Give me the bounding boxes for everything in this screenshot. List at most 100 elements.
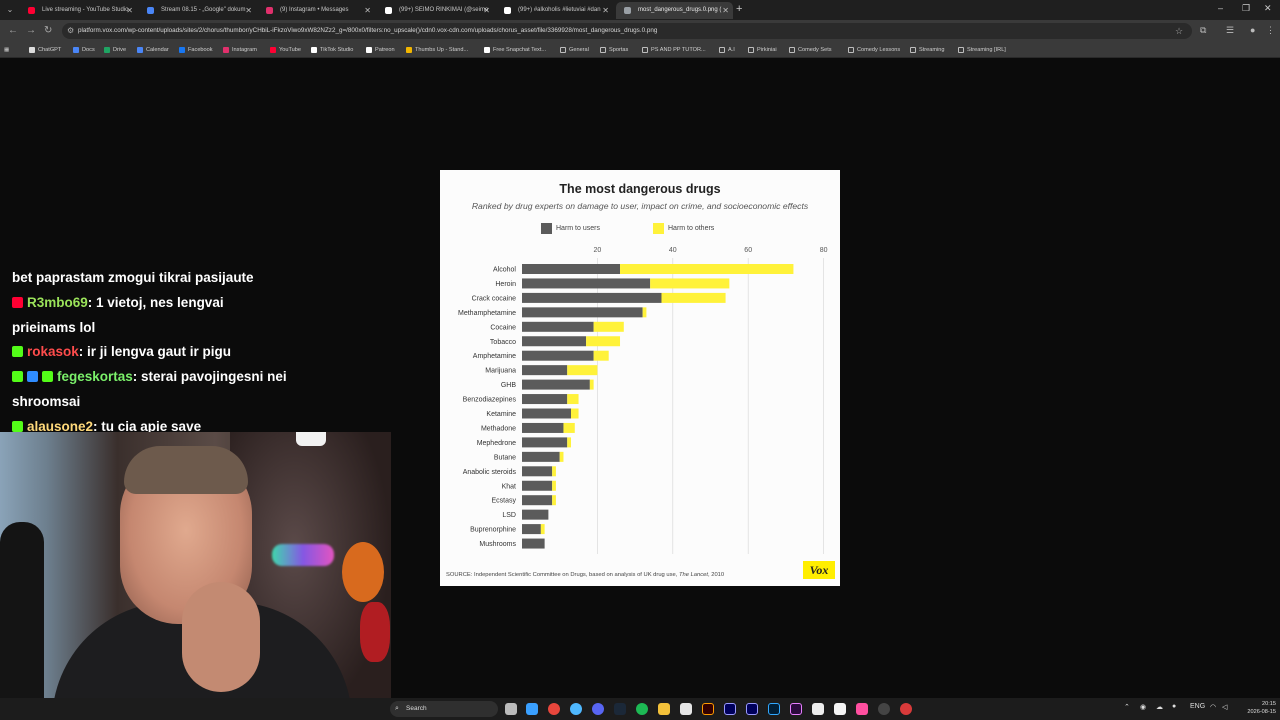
close-window-icon[interactable]: ✕ <box>1264 3 1272 14</box>
bar-harm-to-users <box>522 394 568 405</box>
tab[interactable]: (9) Instagram • Messages ✕ <box>258 2 375 19</box>
bookmark-item[interactable]: Instagram <box>223 42 257 58</box>
bookmark-folder[interactable]: Streaming [IRL] <box>958 42 1006 58</box>
chrome-alt-icon[interactable] <box>570 703 582 715</box>
tab[interactable]: (99+) SEIMO RINKIMAI (@seimo ✕ <box>377 2 494 19</box>
back-icon[interactable]: ← <box>8 25 18 37</box>
chrome-icon[interactable] <box>548 703 560 715</box>
category-label: Khat <box>502 483 516 490</box>
illustrator-icon[interactable] <box>702 703 714 715</box>
bookmark-item[interactable]: Calendar <box>137 42 169 58</box>
bookmark-item[interactable]: TikTok Studio <box>311 42 353 58</box>
tray-mic-icon[interactable]: ● <box>1172 703 1176 710</box>
site-info-icon[interactable]: ⚙ <box>67 25 74 37</box>
apps-icon[interactable]: ▦ <box>4 42 9 58</box>
tray-chevron-icon[interactable]: ⌃ <box>1124 703 1130 711</box>
more-menu-icon[interactable]: ⋮ <box>1266 25 1275 36</box>
tab-title: Live streaming - YouTube Studio <box>42 7 129 13</box>
bar-harm-to-users <box>522 321 594 332</box>
tray-cloud-icon[interactable]: ☁ <box>1156 703 1163 711</box>
bar-harm-to-others <box>567 394 579 405</box>
bar-harm-to-users <box>522 495 553 506</box>
record-icon[interactable] <box>900 703 912 715</box>
streamer-hand <box>182 582 260 692</box>
bookmark-folder[interactable]: Sportas <box>600 42 628 58</box>
bookmark-folder[interactable]: Comedy Sets <box>789 42 832 58</box>
obs-icon[interactable] <box>878 703 890 715</box>
new-tab-button[interactable]: + <box>736 3 742 15</box>
bookmark-item[interactable]: Docs <box>73 42 95 58</box>
audition-icon[interactable] <box>746 703 758 715</box>
bookmark-item[interactable]: Thumbs Up - Stand... <box>406 42 468 58</box>
bookmark-item[interactable]: Drive <box>104 42 126 58</box>
tab-close-icon[interactable]: ✕ <box>483 2 490 19</box>
steam-icon[interactable] <box>614 703 626 715</box>
avatar[interactable]: ● <box>1250 25 1255 35</box>
bar-harm-to-others <box>661 292 726 303</box>
tab[interactable]: Live streaming - YouTube Studio ✕ <box>20 2 137 19</box>
discord-icon[interactable] <box>592 703 604 715</box>
after-effects-icon[interactable] <box>724 703 736 715</box>
category-label: Mushrooms <box>479 541 516 548</box>
bar-harm-to-others <box>559 451 564 462</box>
address-bar[interactable]: ⚙ platform.vox.com/wp-content/uploads/si… <box>62 23 1192 39</box>
chat-username: alausone2 <box>27 418 94 432</box>
premiere-icon[interactable] <box>790 703 802 715</box>
bookmark-folder[interactable]: Comedy Lessons <box>848 42 900 58</box>
file-explorer-icon[interactable] <box>658 703 670 715</box>
reload-icon[interactable]: ↻ <box>44 25 52 37</box>
tab[interactable]: most_dangerous_drugs.0.png (✕ <box>616 2 733 19</box>
app-pink-icon[interactable] <box>856 703 868 715</box>
category-label: Marijuana <box>485 368 516 375</box>
bookmark-favicon-icon <box>311 47 317 53</box>
tab-close-icon[interactable]: ✕ <box>602 2 609 19</box>
task-view-icon[interactable] <box>505 703 517 715</box>
bar-harm-to-others <box>567 437 572 448</box>
bookmark-item[interactable]: YouTube <box>270 42 301 58</box>
bookmark-favicon-icon <box>73 47 79 53</box>
extensions-icon[interactable]: ⧉ <box>1200 25 1206 36</box>
system-clock[interactable]: 20:15 2026-08-15 <box>1236 701 1276 716</box>
bookmark-item[interactable]: Facebook <box>179 42 213 58</box>
photoshop-icon[interactable] <box>768 703 780 715</box>
app-icon[interactable] <box>812 703 824 715</box>
youtube-icon <box>12 296 23 308</box>
category-label: GHB <box>501 382 517 389</box>
tab[interactable]: (99+) #alkoholis #lietuviai #dan ✕ <box>496 2 613 19</box>
chat-text: prieinams lol <box>12 319 96 335</box>
bar-harm-to-others <box>589 379 594 390</box>
bookmark-favicon-icon <box>223 47 229 53</box>
bookmark-folder[interactable]: Pirkiniai <box>748 42 777 58</box>
bookmark-item[interactable]: ChatGPT <box>29 42 61 58</box>
tab-search-chevron-icon[interactable]: ⌄ <box>4 4 16 16</box>
bar-harm-to-users <box>522 437 568 448</box>
tab-close-icon[interactable]: ✕ <box>722 2 729 19</box>
restore-icon[interactable]: ❐ <box>1242 3 1250 14</box>
minimize-icon[interactable]: – <box>1218 3 1223 13</box>
store-icon[interactable] <box>680 703 692 715</box>
language-indicator[interactable]: ENG <box>1190 703 1205 710</box>
profile-menu-icon[interactable]: ☰ <box>1226 25 1234 36</box>
bookmark-folder[interactable]: A.I <box>719 42 735 58</box>
tab-close-icon[interactable]: ✕ <box>364 2 371 19</box>
bookmark-star-icon[interactable]: ☆ <box>1175 25 1183 37</box>
volume-icon[interactable]: ◁ <box>1222 703 1227 711</box>
bookmark-folder[interactable]: Streaming <box>910 42 945 58</box>
copilot-icon[interactable] <box>526 703 538 715</box>
tab-close-icon[interactable]: ✕ <box>126 2 133 19</box>
x-tick-label: 40 <box>669 247 677 254</box>
bookmark-folder[interactable]: PS AND PP TUTOR... <box>642 42 706 58</box>
bookmark-favicon-icon <box>406 47 412 53</box>
wifi-icon[interactable]: ◠ <box>1210 703 1216 711</box>
tray-app-icon[interactable]: ◉ <box>1140 703 1146 711</box>
tab[interactable]: Stream 08.15 - „Google" dokum ✕ <box>139 2 256 19</box>
bookmark-item[interactable]: Free Snapchat Text... <box>484 42 546 58</box>
forward-icon[interactable]: → <box>26 25 36 37</box>
capcut-icon[interactable] <box>834 703 846 715</box>
folder-icon <box>748 47 754 53</box>
bookmark-folder[interactable]: General <box>560 42 589 58</box>
tab-close-icon[interactable]: ✕ <box>245 2 252 19</box>
taskbar-search[interactable]: ⌕ Search <box>390 701 498 717</box>
bookmark-item[interactable]: Patreon <box>366 42 395 58</box>
spotify-icon[interactable] <box>636 703 648 715</box>
